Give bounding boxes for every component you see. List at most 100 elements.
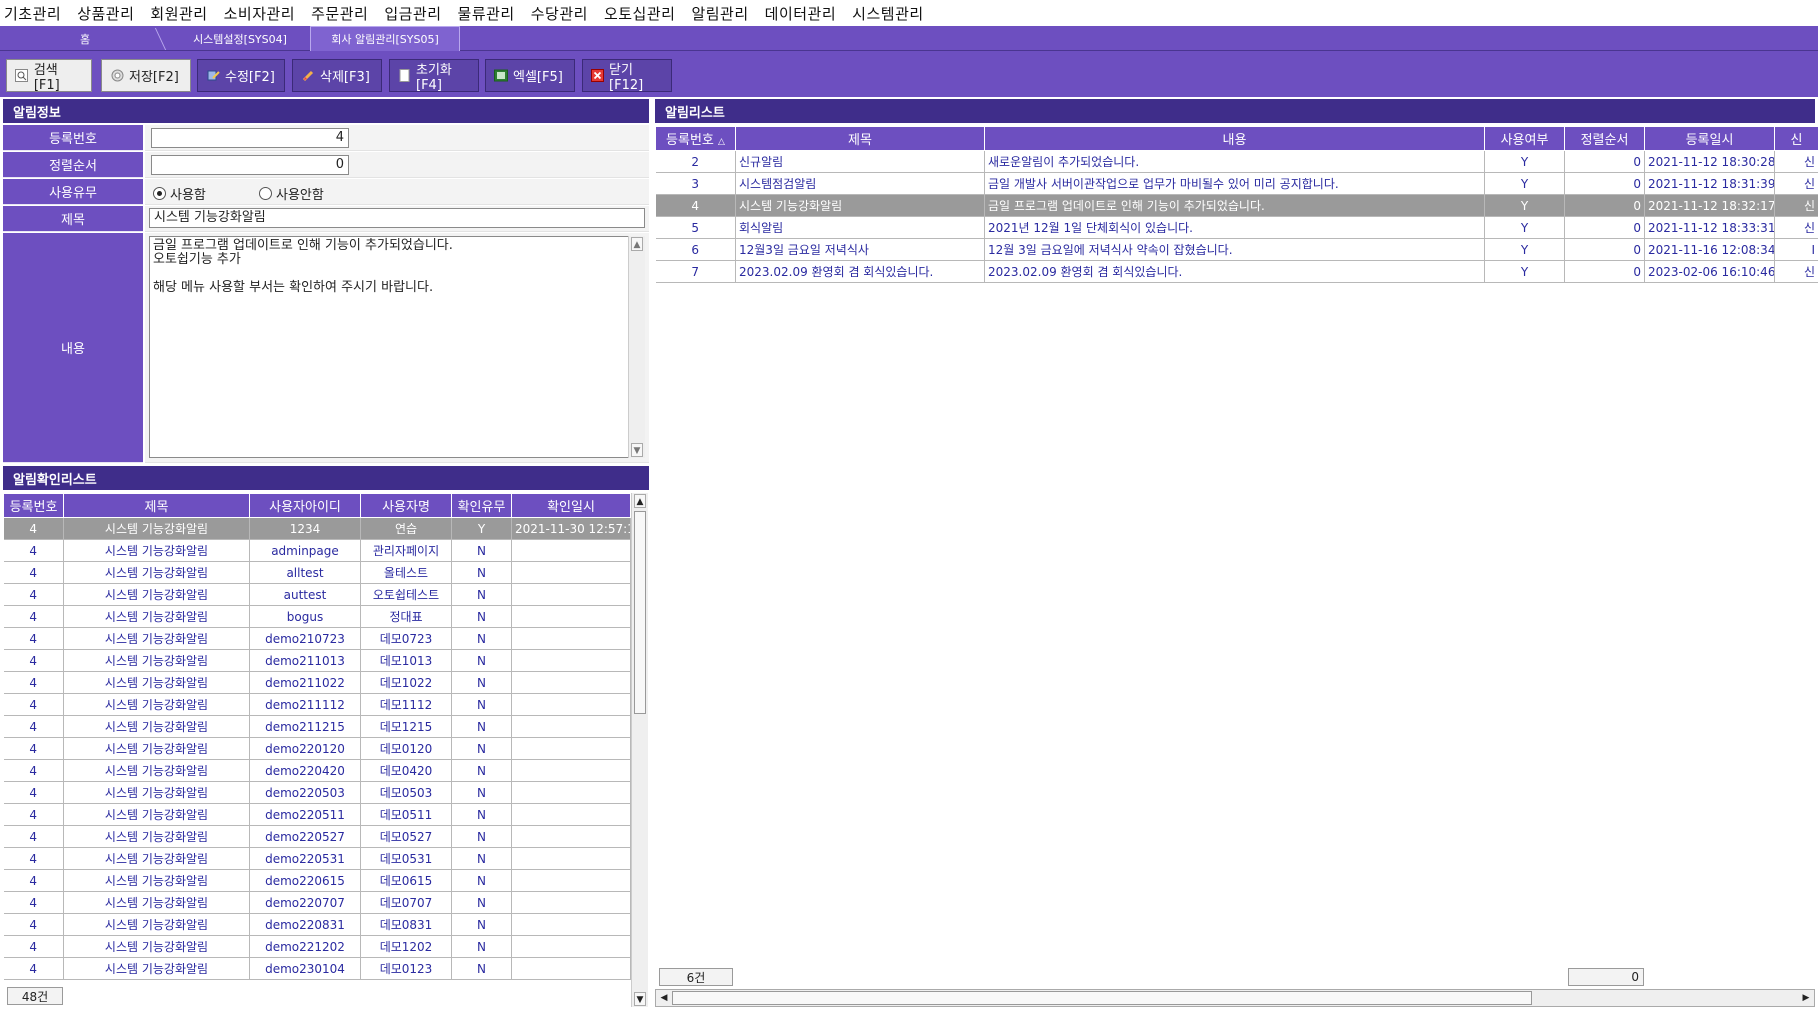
table-row[interactable]: 7 2023.02.09 환영회 겸 회식있습니다. 2023.02.09 환영회 … (655, 260, 1818, 283)
menu-logistics[interactable]: 물류관리 (458, 3, 515, 24)
save-icon (110, 69, 124, 83)
table-cell: 0 (1564, 150, 1645, 173)
table-cell: 5 (655, 216, 736, 239)
reg-no-input[interactable]: 4 (151, 128, 349, 148)
edit-button[interactable]: 수정[F2] (197, 59, 285, 92)
scroll-down-icon[interactable]: ▼ (631, 443, 643, 457)
table-row[interactable]: 4 시스템 기능강화알림 demo220615 데모0615 N (3, 869, 631, 892)
col-header[interactable]: 신 (1774, 126, 1818, 151)
table-row[interactable]: 4 시스템 기능강화알림 demo220707 데모0707 N (3, 891, 631, 914)
col-header[interactable]: 등록일시 (1644, 126, 1775, 151)
table-cell: 4 (3, 517, 64, 540)
table-row[interactable]: 4 시스템 기능강화알림 demo221202 데모1202 N (3, 935, 631, 958)
check-list-scrollbar[interactable]: ▲ ▼ (631, 493, 648, 1007)
table-row[interactable]: 4 시스템 기능강화알림 auttest 오토쉽테스트 N (3, 583, 631, 606)
table-row[interactable]: 4 시스템 기능강화알림 금일 프로그램 업데이트로 인해 기능이 추가되었습니다.… (655, 194, 1818, 217)
tab-system-settings[interactable]: 시스템설정[SYS04] (165, 26, 315, 51)
tab-home[interactable]: 홈 (10, 26, 160, 51)
content-textarea[interactable]: 금일 프로그램 업데이트로 인해 기능이 추가되었습니다. 오토쉽기능 추가 해… (149, 236, 645, 458)
menu-product[interactable]: 상품관리 (77, 3, 134, 24)
menu-data[interactable]: 데이터관리 (765, 3, 837, 24)
col-header[interactable]: 정렬순서 (1564, 126, 1645, 151)
table-cell: demo220831 (249, 913, 361, 936)
subject-label: 제목 (3, 206, 143, 232)
scroll-down-icon[interactable]: ▼ (634, 992, 646, 1006)
col-header[interactable]: 등록번호 (3, 493, 64, 518)
scrollbar-thumb[interactable] (634, 511, 646, 714)
table-cell: 금일 개발사 서버이관작업으로 업무가 마비될수 있어 미리 공지합니다. (984, 172, 1485, 195)
col-header[interactable]: 사용여부 (1484, 126, 1565, 151)
table-cell: 데모0615 (360, 869, 452, 892)
table-cell: Y (1484, 172, 1565, 195)
table-cell: 4 (3, 891, 64, 914)
col-header[interactable]: 제목 (735, 126, 985, 151)
table-row[interactable]: 4 시스템 기능강화알림 demo220120 데모0120 N (3, 737, 631, 760)
table-cell: 시스템 기능강화알림 (63, 759, 250, 782)
table-cell: 데모0723 (360, 627, 452, 650)
scrollbar-thumb[interactable] (672, 991, 1532, 1005)
col-header[interactable]: 확인유무 (451, 493, 512, 518)
table-row[interactable]: 5 회식알림 2021년 12월 1일 단체회식이 있습니다. Y 0 2021-11-1… (655, 216, 1818, 239)
table-row[interactable]: 4 시스템 기능강화알림 demo220531 데모0531 N (3, 847, 631, 870)
col-header-reg-no[interactable]: 등록번호 △ (655, 126, 736, 151)
alert-list-title: 알림리스트 (655, 99, 1815, 123)
sort-order-input[interactable]: 0 (151, 155, 349, 175)
table-row[interactable]: 4 시스템 기능강화알림 demo211215 데모1215 N (3, 715, 631, 738)
col-header[interactable]: 확인일시 (511, 493, 631, 518)
col-header[interactable]: 사용자명 (360, 493, 452, 518)
table-cell: 데모0527 (360, 825, 452, 848)
table-row[interactable]: 3 시스템점검알림 금일 개발사 서버이관작업으로 업무가 마비될수 있어 미리 공… (655, 172, 1818, 195)
scroll-right-icon[interactable]: ▶ (1799, 991, 1813, 1005)
search-button[interactable]: 검색[F1] (6, 59, 92, 93)
table-row[interactable]: 4 시스템 기능강화알림 demo220527 데모0527 N (3, 825, 631, 848)
col-header[interactable]: 제목 (63, 493, 250, 518)
table-row[interactable]: 6 12월3일 금요일 저녁식사 12월 3일 금요일에 저녁식사 약속이 잡혔습니… (655, 238, 1818, 261)
menu-alert[interactable]: 알림관리 (691, 3, 748, 24)
table-cell: 시스템 기능강화알림 (63, 627, 250, 650)
table-row[interactable]: 4 시스템 기능강화알림 adminpage 관리자페이지 N (3, 539, 631, 562)
use-no-radio[interactable]: 사용안함 (259, 184, 324, 203)
table-row[interactable]: 4 시스템 기능강화알림 demo211112 데모1112 N (3, 693, 631, 716)
table-row[interactable]: 4 시스템 기능강화알림 alltest 올테스트 N (3, 561, 631, 584)
use-yes-radio[interactable]: 사용함 (153, 184, 206, 203)
menu-order[interactable]: 주문관리 (311, 3, 368, 24)
table-cell: demo211215 (249, 715, 361, 738)
tab-company-alert-management[interactable]: 회사 알림관리[SYS05] (310, 26, 460, 51)
table-row[interactable]: 4 시스템 기능강화알림 demo230104 데모0123 N (3, 957, 631, 980)
delete-button[interactable]: 삭제[F3] (292, 59, 382, 92)
col-header[interactable]: 사용자아이디 (249, 493, 361, 518)
table-row[interactable]: 4 시스템 기능강화알림 demo210723 데모0723 N (3, 627, 631, 650)
subject-input[interactable]: 시스템 기능강화알림 (149, 208, 645, 228)
table-row[interactable]: 4 시스템 기능강화알림 demo220831 데모0831 N (3, 913, 631, 936)
table-cell: demo220531 (249, 847, 361, 870)
col-header[interactable]: 내용 (984, 126, 1485, 151)
alert-list-hscrollbar[interactable]: ◀ ▶ (655, 989, 1815, 1007)
scroll-up-icon[interactable]: ▲ (634, 494, 646, 508)
table-row[interactable]: 4 시스템 기능강화알림 demo211022 데모1022 N (3, 671, 631, 694)
table-row[interactable]: 4 시스템 기능강화알림 1234 연습 Y 2021-11-30 12:57:14 (3, 517, 631, 540)
menu-member[interactable]: 회원관리 (150, 3, 207, 24)
table-row[interactable]: 4 시스템 기능강화알림 demo220420 데모0420 N (3, 759, 631, 782)
table-row[interactable]: 4 시스템 기능강화알림 demo220511 데모0511 N (3, 803, 631, 826)
scroll-up-icon[interactable]: ▲ (631, 237, 643, 251)
menu-basic[interactable]: 기초관리 (4, 3, 61, 24)
excel-button[interactable]: 엑셀[F5] (485, 59, 575, 92)
excel-button-label: 엑셀[F5] (513, 70, 563, 85)
table-cell: 4 (3, 759, 64, 782)
menu-deposit[interactable]: 입금관리 (384, 3, 441, 24)
reset-button[interactable]: 초기화[F4] (389, 59, 479, 93)
table-row[interactable]: 4 시스템 기능강화알림 bogus 정대표 N (3, 605, 631, 628)
menu-system[interactable]: 시스템관리 (852, 3, 924, 24)
table-cell: 회식알림 (735, 216, 985, 239)
scroll-left-icon[interactable]: ◀ (657, 991, 671, 1005)
table-row[interactable]: 4 시스템 기능강화알림 demo220503 데모0503 N (3, 781, 631, 804)
menu-allowance[interactable]: 수당관리 (531, 3, 588, 24)
save-button[interactable]: 저장[F2] (101, 59, 191, 92)
content-scrollbar[interactable]: ▲ ▼ (628, 236, 645, 458)
menu-consumer[interactable]: 소비자관리 (224, 3, 296, 24)
close-button[interactable]: 닫기[F12] (582, 59, 672, 93)
table-row[interactable]: 4 시스템 기능강화알림 demo211013 데모1013 N (3, 649, 631, 672)
table-row[interactable]: 2 신규알림 새로운알림이 추가되었습니다. Y 0 2021-11-12 18:30:2… (655, 150, 1818, 173)
menu-autoship[interactable]: 오토십관리 (604, 3, 676, 24)
table-cell: 4 (3, 869, 64, 892)
